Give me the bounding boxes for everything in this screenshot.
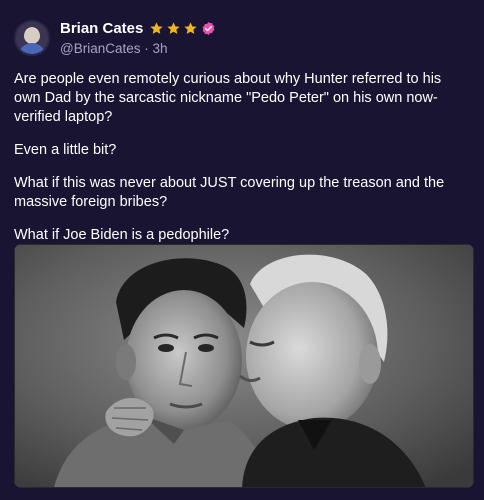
author-avatar[interactable] <box>14 20 50 56</box>
name-row: Brian Cates <box>60 19 216 39</box>
post-paragraph: What if Joe Biden is a pedophile? <box>14 227 230 243</box>
verified-badge-icon <box>203 21 215 36</box>
post-header: Brian Cates @BrianCates · 3h <box>14 16 470 60</box>
star-icon <box>150 22 163 34</box>
post-paragraph: Are people even remotely curious about w… <box>14 71 442 125</box>
avatar-face <box>24 28 40 44</box>
photo-image <box>14 244 474 488</box>
post-body: Are people even remotely curious about w… <box>14 70 470 245</box>
author-display-name[interactable]: Brian Cates <box>60 20 143 37</box>
post-card: Brian Cates @BrianCates · 3h Are people … <box>0 0 484 500</box>
post-photo[interactable] <box>14 244 474 488</box>
avatar-shirt <box>18 43 46 54</box>
author-handle[interactable]: @BrianCates <box>60 41 141 56</box>
star-icon <box>184 22 197 34</box>
post-timestamp[interactable]: 3h <box>153 41 168 56</box>
post-paragraph: Even a little bit? <box>14 142 117 158</box>
author-meta: Brian Cates @BrianCates · 3h <box>60 19 216 58</box>
author-subline: @BrianCates · 3h <box>60 40 216 58</box>
badge-stars <box>149 21 198 36</box>
meta-separator: · <box>144 40 149 56</box>
star-icon <box>167 22 180 34</box>
post-paragraph: What if this was never about JUST coveri… <box>14 175 445 210</box>
